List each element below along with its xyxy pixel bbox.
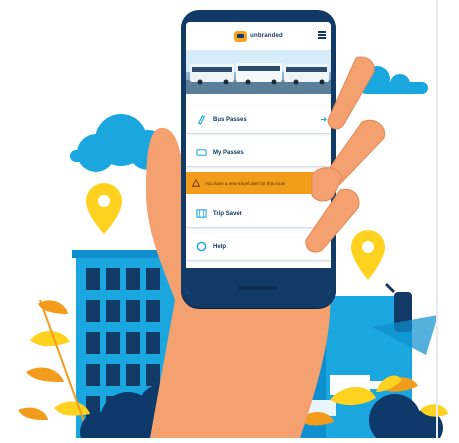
cloud-right <box>360 66 428 94</box>
bus-logo-icon <box>234 30 248 42</box>
menu-item-label: Trip Saver <box>213 210 243 217</box>
logo-text: unbranded <box>250 33 283 39</box>
divider-line <box>436 0 438 438</box>
screen-footer <box>186 268 331 294</box>
map-icon <box>196 209 207 218</box>
menu-item-label: Help <box>213 243 227 250</box>
menu-item-label: My Passes <box>213 149 244 156</box>
location-pin-right <box>351 230 385 280</box>
phone-screen: unbranded Bus Passes My Passes You have … <box>186 22 331 294</box>
menu-item-trip-saver[interactable]: Trip Saver <box>186 200 331 227</box>
app-header: unbranded <box>186 22 331 50</box>
arrow-right-icon <box>321 117 327 122</box>
illustration: unbranded Bus Passes My Passes You have … <box>0 0 459 443</box>
bus-pass-icon <box>198 115 205 125</box>
alert-text: You have a new travel alert for this rou… <box>205 180 286 186</box>
buses-banner-image <box>186 50 331 94</box>
home-indicator <box>238 286 278 290</box>
warning-icon <box>192 179 200 187</box>
menu-list: Bus Passes My Passes You have a new trav… <box>186 106 331 260</box>
buses-photo <box>186 50 331 94</box>
menu-item-help[interactable]: Help <box>186 233 331 260</box>
help-icon <box>196 241 207 252</box>
travel-alert-banner[interactable]: You have a new travel alert for this rou… <box>186 172 331 194</box>
menu-item-my-passes[interactable]: My Passes <box>186 139 331 166</box>
menu-item-bus-passes[interactable]: Bus Passes <box>186 106 331 133</box>
phone-device: unbranded Bus Passes My Passes You have … <box>181 10 336 308</box>
app-logo[interactable]: unbranded <box>234 30 283 42</box>
ticket-icon <box>196 149 207 156</box>
menu-item-label: Bus Passes <box>213 116 247 123</box>
hamburger-menu-icon[interactable] <box>318 31 326 39</box>
location-pin-left <box>86 183 122 234</box>
